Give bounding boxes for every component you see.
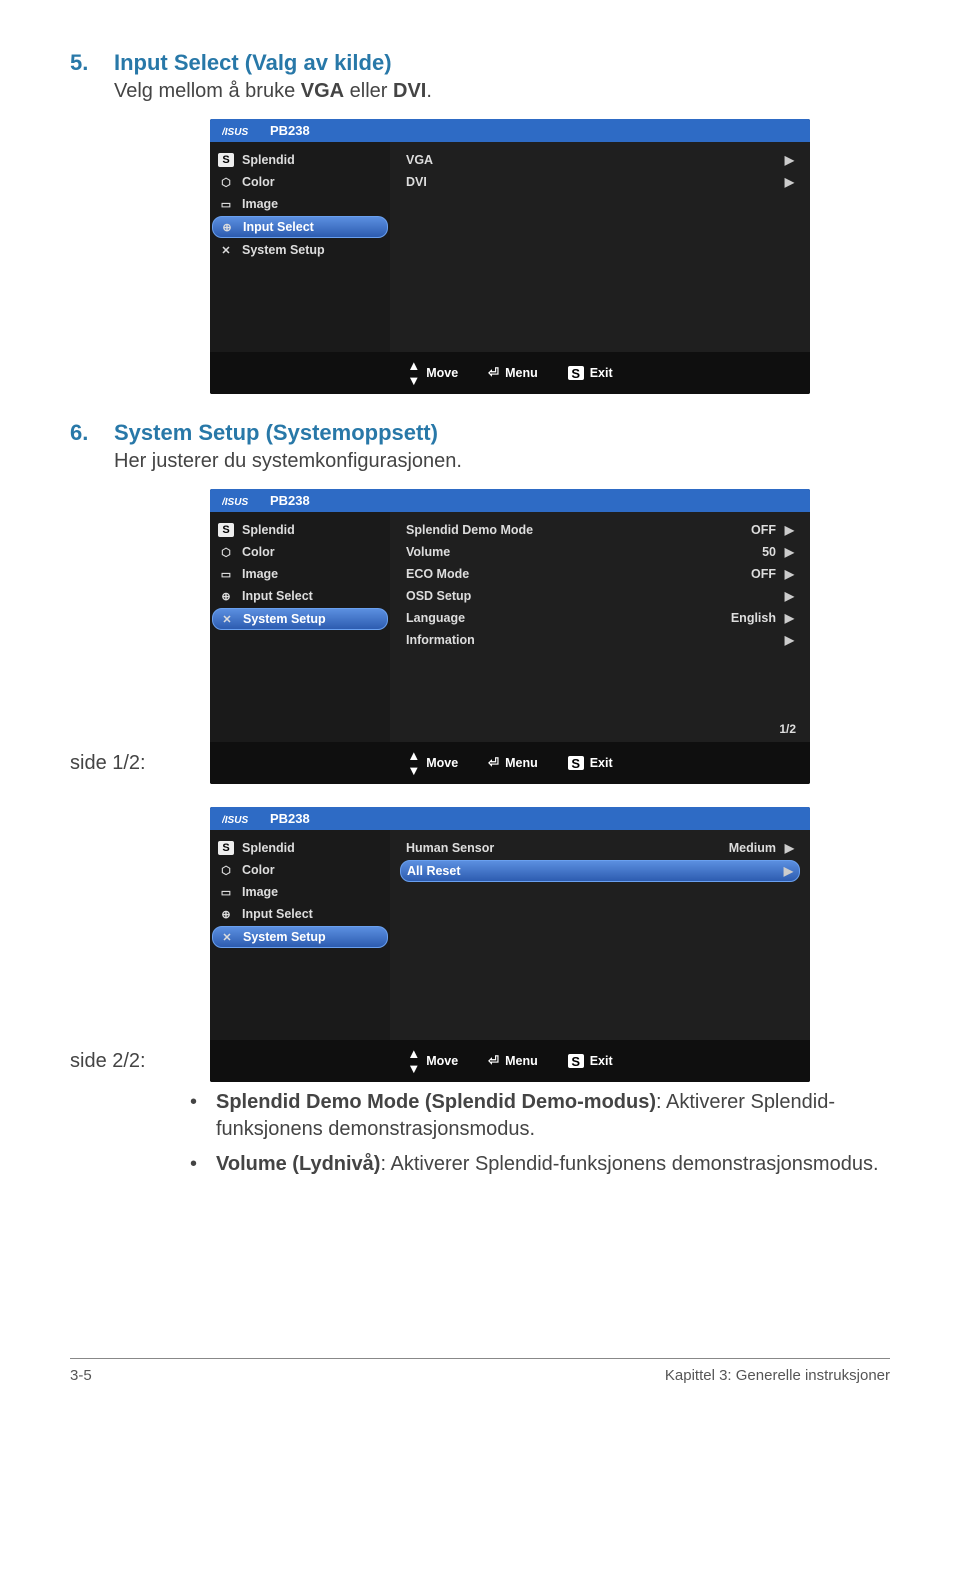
section6-desc: Her justerer du systemkonfigurasjonen.: [114, 450, 890, 473]
osd-footer: ▲▼Move ⏎Menu SExit: [210, 352, 810, 394]
svg-text:/ISUS: /ISUS: [222, 127, 248, 136]
side1-label: side 1/2:: [70, 752, 210, 781]
image-icon: ▭: [218, 885, 234, 899]
updown-icon: ▲▼: [407, 358, 420, 388]
image-icon: ▭: [218, 567, 234, 581]
option-human-sensor[interactable]: Human SensorMedium▶: [400, 838, 800, 858]
menu-item-system-setup[interactable]: ✕System Setup: [212, 926, 388, 948]
s-icon: S: [568, 756, 584, 770]
chevron-right-icon: ▶: [782, 545, 794, 559]
setup-icon: ✕: [219, 930, 235, 944]
bullet-splendid-demo: Splendid Demo Mode (Splendid Demo-modus)…: [190, 1089, 890, 1143]
osd-model: PB238: [270, 123, 310, 138]
enter-icon: ⏎: [488, 755, 499, 771]
option-all-reset[interactable]: All Reset▶: [400, 860, 800, 882]
chevron-right-icon: ▶: [782, 611, 794, 625]
setup-icon: ✕: [218, 243, 234, 257]
chevron-right-icon: ▶: [782, 841, 794, 855]
color-icon: ⬡: [218, 175, 234, 189]
chevron-right-icon: ▶: [782, 153, 794, 167]
menu-item-color[interactable]: ⬡Color: [212, 172, 388, 192]
option-eco-mode[interactable]: ECO ModeOFF▶: [400, 564, 800, 584]
option-osd-setup[interactable]: OSD Setup▶: [400, 586, 800, 606]
section5-num: 5.: [70, 50, 114, 76]
menu-item-input-select[interactable]: ⊕Input Select: [212, 904, 388, 924]
page-footer: 3-5 Kapittel 3: Generelle instruksjoner: [70, 1358, 890, 1384]
svg-text:/ISUS: /ISUS: [222, 815, 248, 824]
section6-num: 6.: [70, 420, 114, 446]
s-icon: S: [218, 523, 234, 537]
section5-title: 5. Input Select (Valg av kilde): [70, 50, 890, 76]
menu-item-input-select[interactable]: ⊕Input Select: [212, 586, 388, 606]
osd-left-menu: SSplendid ⬡Color ▭Image ⊕Input Select ✕S…: [210, 512, 390, 742]
s-icon: S: [218, 153, 234, 167]
section6-heading: System Setup (Systemoppsett): [114, 420, 438, 446]
menu-item-image[interactable]: ▭Image: [212, 564, 388, 584]
asus-logo-icon: /ISUS: [222, 814, 262, 824]
option-volume[interactable]: Volume50▶: [400, 542, 800, 562]
menu-item-color[interactable]: ⬡Color: [212, 860, 388, 880]
s-icon: S: [568, 1054, 584, 1068]
osd-right-panel: Human SensorMedium▶ All Reset▶: [390, 830, 810, 1040]
s-icon: S: [218, 841, 234, 855]
svg-text:/ISUS: /ISUS: [222, 497, 248, 506]
osd-header: /ISUS PB238: [210, 119, 810, 142]
menu-item-splendid[interactable]: SSplendid: [212, 520, 388, 540]
menu-item-splendid[interactable]: SSplendid: [212, 838, 388, 858]
asus-logo-icon: /ISUS: [222, 496, 262, 506]
bullet-volume: Volume (Lydnivå): Aktiverer Splendid-fun…: [190, 1151, 890, 1178]
chevron-right-icon: ▶: [782, 175, 794, 189]
setup-icon: ✕: [219, 612, 235, 626]
input-icon: ⊕: [219, 220, 235, 234]
osd-model: PB238: [270, 811, 310, 826]
osd-left-menu: SSplendid ⬡Color ▭Image ⊕Input Select ✕S…: [210, 142, 390, 352]
updown-icon: ▲▼: [407, 1046, 420, 1076]
menu-item-color[interactable]: ⬡Color: [212, 542, 388, 562]
menu-item-image[interactable]: ▭Image: [212, 882, 388, 902]
osd-right-panel: Splendid Demo ModeOFF▶ Volume50▶ ECO Mod…: [390, 512, 810, 742]
input-icon: ⊕: [218, 589, 234, 603]
color-icon: ⬡: [218, 545, 234, 559]
option-splendid-demo[interactable]: Splendid Demo ModeOFF▶: [400, 520, 800, 540]
side2-label: side 2/2:: [70, 1050, 210, 1079]
osd-system-setup-p1: /ISUS PB238 SSplendid ⬡Color ▭Image ⊕Inp…: [210, 489, 810, 784]
menu-item-system-setup[interactable]: ✕System Setup: [212, 608, 388, 630]
section5-heading: Input Select (Valg av kilde): [114, 50, 392, 76]
updown-icon: ▲▼: [407, 748, 420, 778]
osd-header: /ISUS PB238: [210, 807, 810, 830]
section5-desc: Velg mellom å bruke VGA eller DVI.: [114, 80, 890, 103]
osd-right-panel: VGA▶ DVI▶: [390, 142, 810, 352]
menu-item-splendid[interactable]: SSplendid: [212, 150, 388, 170]
chevron-right-icon: ▶: [782, 523, 794, 537]
s-icon: S: [568, 366, 584, 380]
asus-logo-icon: /ISUS: [222, 126, 262, 136]
enter-icon: ⏎: [488, 1053, 499, 1069]
bullet-list: Splendid Demo Mode (Splendid Demo-modus)…: [190, 1089, 890, 1178]
chevron-right-icon: ▶: [782, 633, 794, 647]
footer-page-num: 3-5: [70, 1367, 92, 1384]
option-dvi[interactable]: DVI▶: [400, 172, 800, 192]
chevron-right-icon: ▶: [781, 864, 793, 878]
input-icon: ⊕: [218, 907, 234, 921]
menu-item-image[interactable]: ▭Image: [212, 194, 388, 214]
footer-chapter: Kapittel 3: Generelle instruksjoner: [665, 1367, 890, 1384]
osd-header: /ISUS PB238: [210, 489, 810, 512]
menu-item-system-setup[interactable]: ✕System Setup: [212, 240, 388, 260]
enter-icon: ⏎: [488, 365, 499, 381]
section6-title: 6. System Setup (Systemoppsett): [70, 420, 890, 446]
osd-left-menu: SSplendid ⬡Color ▭Image ⊕Input Select ✕S…: [210, 830, 390, 1040]
menu-item-input-select[interactable]: ⊕Input Select: [212, 216, 388, 238]
option-vga[interactable]: VGA▶: [400, 150, 800, 170]
chevron-right-icon: ▶: [782, 567, 794, 581]
osd-system-setup-p2: /ISUS PB238 SSplendid ⬡Color ▭Image ⊕Inp…: [210, 807, 810, 1082]
chevron-right-icon: ▶: [782, 589, 794, 603]
option-language[interactable]: LanguageEnglish▶: [400, 608, 800, 628]
option-information[interactable]: Information▶: [400, 630, 800, 650]
osd-model: PB238: [270, 493, 310, 508]
color-icon: ⬡: [218, 863, 234, 877]
page-indicator: 1/2: [779, 722, 796, 736]
osd-input-select: /ISUS PB238 SSplendid ⬡Color ▭Image ⊕Inp…: [210, 119, 810, 394]
image-icon: ▭: [218, 197, 234, 211]
